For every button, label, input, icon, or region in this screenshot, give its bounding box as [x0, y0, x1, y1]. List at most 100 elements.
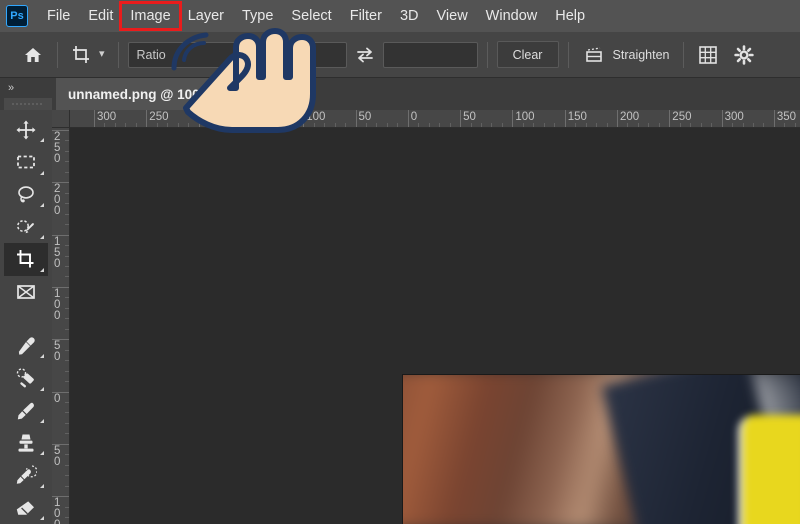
divider [117, 41, 119, 68]
ruler-label: 0 [410, 111, 418, 123]
tool-flyout-indicator [40, 515, 44, 520]
menu-filter[interactable]: Filter [341, 4, 391, 28]
healing-brush-tool[interactable] [4, 362, 48, 394]
brush-tool[interactable] [4, 395, 48, 427]
ruler-minor-tick [533, 123, 535, 127]
ruler-label: 100 [306, 111, 326, 123]
ruler-origin-corner[interactable] [52, 110, 70, 128]
ruler-minor-tick [156, 123, 158, 127]
ruler-minor-tick [65, 401, 69, 403]
ruler-minor-tick [522, 123, 524, 127]
document-image [403, 375, 800, 524]
panel-drag-handle[interactable] [4, 98, 52, 110]
ruler-minor-tick [104, 123, 106, 127]
ruler-minor-tick [209, 123, 211, 127]
ruler-label: 50 [358, 111, 372, 123]
ruler-minor-tick [784, 123, 786, 127]
ruler-minor-tick [65, 265, 69, 267]
ruler-minor-tick [324, 123, 326, 127]
crop-width-input[interactable] [251, 41, 347, 68]
ruler-minor-tick [65, 464, 69, 466]
ruler-minor-tick [418, 123, 420, 127]
crop-ratio-select[interactable]: Ratio [127, 41, 246, 68]
swap-width-height-icon[interactable] [351, 42, 379, 68]
ruler-minor-tick [397, 123, 399, 127]
canvas-area[interactable] [70, 128, 800, 524]
menu-image[interactable]: Image [119, 1, 182, 31]
eraser-tool[interactable] [4, 492, 48, 524]
tool-flyout-indicator [40, 483, 44, 488]
ruler-minor-tick [65, 297, 69, 299]
clone-stamp-tool[interactable] [4, 427, 48, 459]
quick-select-tool[interactable] [4, 211, 48, 243]
ruler-minor-tick [700, 123, 702, 127]
document-tab[interactable]: unnamed.png @ 100% [56, 78, 225, 110]
frame-tool[interactable] [4, 276, 48, 308]
ruler-label: 250 [672, 111, 692, 123]
ruler-label: 250 [149, 111, 169, 123]
straighten-button[interactable]: Straighten [578, 45, 674, 65]
lasso-tool[interactable] [4, 179, 48, 211]
tool-flyout-indicator [40, 418, 44, 423]
menu-type[interactable]: Type [233, 4, 282, 28]
ruler-minor-tick [65, 422, 69, 424]
ruler-minor-tick [65, 150, 69, 152]
menu-layer[interactable]: Layer [179, 4, 233, 28]
divider [57, 41, 58, 68]
home-icon[interactable] [18, 40, 48, 70]
chevron-down-icon[interactable]: ▾ [99, 49, 105, 60]
ruler-minor-tick [65, 224, 69, 226]
divider [567, 41, 569, 68]
menu-view[interactable]: View [428, 4, 477, 28]
menu-window[interactable]: Window [477, 4, 547, 28]
ruler-minor-tick [742, 123, 744, 127]
ruler-minor-tick [167, 123, 169, 127]
marquee-tool[interactable] [4, 146, 48, 178]
menu-help[interactable]: Help [546, 4, 594, 28]
ruler-minor-tick [65, 255, 69, 257]
ruler-minor-tick [596, 123, 598, 127]
ruler-minor-tick [365, 123, 367, 127]
ruler-minor-tick [65, 485, 69, 487]
ruler-minor-tick [648, 123, 650, 127]
ruler-minor-tick [282, 123, 284, 127]
menu-file[interactable]: File [38, 4, 79, 28]
menu-3d[interactable]: 3D [391, 4, 428, 28]
clear-button[interactable]: Clear [496, 41, 559, 68]
ruler-minor-tick [627, 123, 629, 127]
crop-tool[interactable] [4, 243, 48, 276]
history-brush-tool[interactable] [4, 459, 48, 491]
gear-icon[interactable] [729, 40, 759, 70]
expand-panels-icon[interactable]: » [0, 78, 56, 98]
ruler-label: 150 [54, 235, 61, 270]
crop-overlay-grid-icon[interactable] [693, 40, 723, 70]
vertical-ruler[interactable]: 250 200 150 100 50 0 50 100 [52, 128, 70, 524]
ruler-minor-tick [125, 123, 127, 127]
ruler-minor-tick [481, 123, 483, 127]
tool-flyout-indicator [40, 202, 44, 207]
eyedropper-tool[interactable] [4, 330, 48, 362]
horizontal-ruler[interactable]: 300 250 200 150 100 50 0 50 100 150 200 250 300 350 [70, 110, 800, 128]
ruler-minor-tick [240, 123, 242, 127]
ruler-minor-tick [114, 123, 116, 127]
tool-flyout-indicator [40, 386, 44, 391]
ruler-minor-tick [229, 123, 231, 127]
ruler-minor-tick [65, 140, 69, 142]
ruler-label: 150 [253, 111, 274, 123]
tool-flyout-indicator [40, 354, 44, 359]
ruler-minor-tick [763, 123, 765, 127]
crop-tool-preset[interactable]: ▾ [67, 44, 109, 66]
menu-select[interactable]: Select [282, 4, 340, 28]
tool-flyout-indicator [40, 235, 44, 240]
ruler-minor-tick [65, 318, 69, 320]
ruler-minor-tick [177, 123, 179, 127]
menu-edit[interactable]: Edit [79, 4, 122, 28]
crop-height-input[interactable] [382, 41, 478, 68]
move-tool[interactable] [4, 114, 48, 146]
ruler-minor-tick [345, 123, 347, 127]
photoshop-logo-icon: Ps [6, 5, 28, 27]
ruler-label: 50 [463, 111, 476, 123]
ruler-minor-tick [658, 123, 660, 127]
ruler-minor-tick [65, 161, 69, 163]
photoshop-window: Ps File Edit Image Layer Type Select Fil… [0, 0, 800, 524]
